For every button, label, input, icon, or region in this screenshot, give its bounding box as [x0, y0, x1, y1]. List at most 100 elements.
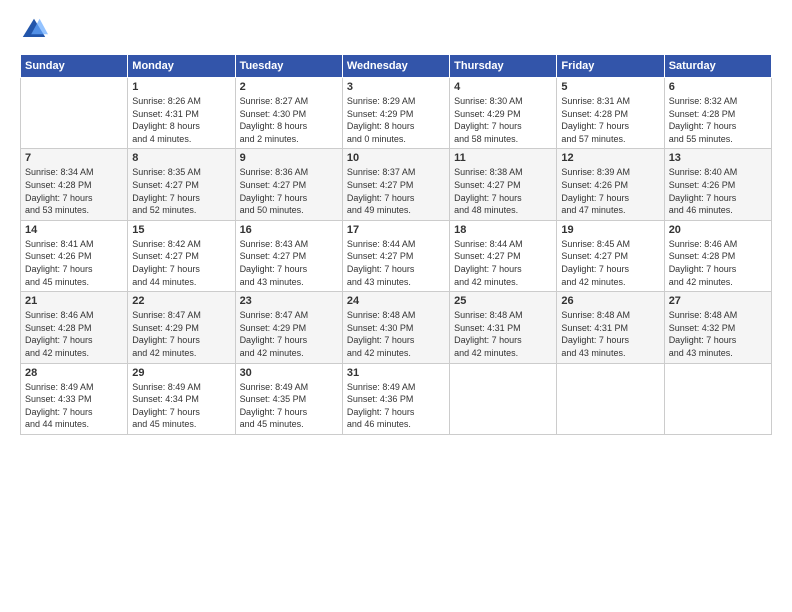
calendar-cell: 1 Sunrise: 8:26 AMSunset: 4:31 PMDaylight…	[128, 78, 235, 149]
day-number: 6	[669, 81, 767, 93]
day-number: 4	[454, 81, 552, 93]
weekday-header-friday: Friday	[557, 55, 664, 78]
calendar-cell: 9 Sunrise: 8:36 AMSunset: 4:27 PMDaylight…	[235, 149, 342, 220]
day-number: 13	[669, 152, 767, 164]
day-detail: Sunrise: 8:44 AMSunset: 4:27 PMDaylight:…	[454, 238, 552, 288]
day-number: 18	[454, 224, 552, 236]
calendar-cell: 22 Sunrise: 8:47 AMSunset: 4:29 PMDayligh…	[128, 292, 235, 363]
day-number: 10	[347, 152, 445, 164]
day-number: 31	[347, 367, 445, 379]
calendar-cell: 17 Sunrise: 8:44 AMSunset: 4:27 PMDayligh…	[342, 220, 449, 291]
calendar-cell: 29 Sunrise: 8:49 AMSunset: 4:34 PMDayligh…	[128, 363, 235, 434]
calendar-cell: 4 Sunrise: 8:30 AMSunset: 4:29 PMDaylight…	[450, 78, 557, 149]
day-detail: Sunrise: 8:34 AMSunset: 4:28 PMDaylight:…	[25, 166, 123, 216]
weekday-header-sunday: Sunday	[21, 55, 128, 78]
calendar-cell: 2 Sunrise: 8:27 AMSunset: 4:30 PMDaylight…	[235, 78, 342, 149]
calendar-cell: 28 Sunrise: 8:49 AMSunset: 4:33 PMDayligh…	[21, 363, 128, 434]
day-number: 16	[240, 224, 338, 236]
day-detail: Sunrise: 8:26 AMSunset: 4:31 PMDaylight:…	[132, 95, 230, 145]
day-number: 3	[347, 81, 445, 93]
weekday-header-thursday: Thursday	[450, 55, 557, 78]
day-detail: Sunrise: 8:48 AMSunset: 4:32 PMDaylight:…	[669, 309, 767, 359]
calendar-cell: 10Sunrise: 8:37 AMSunset: 4:27 PMDayligh…	[342, 149, 449, 220]
calendar-cell: 11 Sunrise: 8:38 AMSunset: 4:27 PMDayligh…	[450, 149, 557, 220]
day-number: 17	[347, 224, 445, 236]
logo-icon	[20, 16, 48, 44]
day-detail: Sunrise: 8:42 AMSunset: 4:27 PMDaylight:…	[132, 238, 230, 288]
day-detail: Sunrise: 8:49 AMSunset: 4:33 PMDaylight:…	[25, 381, 123, 431]
header	[20, 16, 772, 44]
day-number: 30	[240, 367, 338, 379]
day-number: 5	[561, 81, 659, 93]
calendar-cell: 15 Sunrise: 8:42 AMSunset: 4:27 PMDayligh…	[128, 220, 235, 291]
day-detail: Sunrise: 8:40 AMSunset: 4:26 PMDaylight:…	[669, 166, 767, 216]
calendar-cell: 7 Sunrise: 8:34 AMSunset: 4:28 PMDaylight…	[21, 149, 128, 220]
day-number: 14	[25, 224, 123, 236]
calendar-cell: 14 Sunrise: 8:41 AMSunset: 4:26 PMDayligh…	[21, 220, 128, 291]
day-number: 9	[240, 152, 338, 164]
day-detail: Sunrise: 8:41 AMSunset: 4:26 PMDaylight:…	[25, 238, 123, 288]
weekday-header-saturday: Saturday	[664, 55, 771, 78]
day-number: 25	[454, 295, 552, 307]
day-number: 8	[132, 152, 230, 164]
page: SundayMondayTuesdayWednesdayThursdayFrid…	[0, 0, 792, 612]
day-number: 7	[25, 152, 123, 164]
day-number: 12	[561, 152, 659, 164]
day-detail: Sunrise: 8:48 AMSunset: 4:30 PMDaylight:…	[347, 309, 445, 359]
day-detail: Sunrise: 8:47 AMSunset: 4:29 PMDaylight:…	[240, 309, 338, 359]
calendar-cell	[450, 363, 557, 434]
day-detail: Sunrise: 8:49 AMSunset: 4:35 PMDaylight:…	[240, 381, 338, 431]
calendar-cell	[557, 363, 664, 434]
day-number: 20	[669, 224, 767, 236]
day-detail: Sunrise: 8:46 AMSunset: 4:28 PMDaylight:…	[669, 238, 767, 288]
day-number: 28	[25, 367, 123, 379]
day-detail: Sunrise: 8:47 AMSunset: 4:29 PMDaylight:…	[132, 309, 230, 359]
day-detail: Sunrise: 8:44 AMSunset: 4:27 PMDaylight:…	[347, 238, 445, 288]
calendar-cell: 13 Sunrise: 8:40 AMSunset: 4:26 PMDayligh…	[664, 149, 771, 220]
calendar-cell: 27Sunrise: 8:48 AMSunset: 4:32 PMDayligh…	[664, 292, 771, 363]
calendar-table: SundayMondayTuesdayWednesdayThursdayFrid…	[20, 54, 772, 435]
day-detail: Sunrise: 8:49 AMSunset: 4:34 PMDaylight:…	[132, 381, 230, 431]
calendar-cell	[21, 78, 128, 149]
day-detail: Sunrise: 8:46 AMSunset: 4:28 PMDaylight:…	[25, 309, 123, 359]
day-detail: Sunrise: 8:35 AMSunset: 4:27 PMDaylight:…	[132, 166, 230, 216]
day-number: 11	[454, 152, 552, 164]
day-number: 15	[132, 224, 230, 236]
day-number: 1	[132, 81, 230, 93]
calendar-cell: 6 Sunrise: 8:32 AMSunset: 4:28 PMDaylight…	[664, 78, 771, 149]
logo	[20, 16, 52, 44]
day-detail: Sunrise: 8:31 AMSunset: 4:28 PMDaylight:…	[561, 95, 659, 145]
calendar-cell	[664, 363, 771, 434]
calendar-cell: 19Sunrise: 8:45 AMSunset: 4:27 PMDayligh…	[557, 220, 664, 291]
day-detail: Sunrise: 8:48 AMSunset: 4:31 PMDaylight:…	[454, 309, 552, 359]
calendar-cell: 20 Sunrise: 8:46 AMSunset: 4:28 PMDayligh…	[664, 220, 771, 291]
calendar-week-row: 7 Sunrise: 8:34 AMSunset: 4:28 PMDaylight…	[21, 149, 772, 220]
day-detail: Sunrise: 8:36 AMSunset: 4:27 PMDaylight:…	[240, 166, 338, 216]
day-number: 2	[240, 81, 338, 93]
day-detail: Sunrise: 8:30 AMSunset: 4:29 PMDaylight:…	[454, 95, 552, 145]
calendar-week-row: 28 Sunrise: 8:49 AMSunset: 4:33 PMDayligh…	[21, 363, 772, 434]
calendar-cell: 23Sunrise: 8:47 AMSunset: 4:29 PMDayligh…	[235, 292, 342, 363]
calendar-cell: 5 Sunrise: 8:31 AMSunset: 4:28 PMDaylight…	[557, 78, 664, 149]
weekday-header-monday: Monday	[128, 55, 235, 78]
weekday-header-wednesday: Wednesday	[342, 55, 449, 78]
calendar-cell: 26Sunrise: 8:48 AMSunset: 4:31 PMDayligh…	[557, 292, 664, 363]
day-number: 22	[132, 295, 230, 307]
day-detail: Sunrise: 8:32 AMSunset: 4:28 PMDaylight:…	[669, 95, 767, 145]
day-number: 29	[132, 367, 230, 379]
day-detail: Sunrise: 8:27 AMSunset: 4:30 PMDaylight:…	[240, 95, 338, 145]
day-detail: Sunrise: 8:29 AMSunset: 4:29 PMDaylight:…	[347, 95, 445, 145]
calendar-week-row: 1 Sunrise: 8:26 AMSunset: 4:31 PMDaylight…	[21, 78, 772, 149]
calendar-cell: 18 Sunrise: 8:44 AMSunset: 4:27 PMDayligh…	[450, 220, 557, 291]
day-number: 19	[561, 224, 659, 236]
weekday-header-tuesday: Tuesday	[235, 55, 342, 78]
day-detail: Sunrise: 8:48 AMSunset: 4:31 PMDaylight:…	[561, 309, 659, 359]
calendar-cell: 24Sunrise: 8:48 AMSunset: 4:30 PMDayligh…	[342, 292, 449, 363]
calendar-cell: 30 Sunrise: 8:49 AMSunset: 4:35 PMDayligh…	[235, 363, 342, 434]
calendar-cell: 31Sunrise: 8:49 AMSunset: 4:36 PMDayligh…	[342, 363, 449, 434]
day-detail: Sunrise: 8:38 AMSunset: 4:27 PMDaylight:…	[454, 166, 552, 216]
calendar-week-row: 21 Sunrise: 8:46 AMSunset: 4:28 PMDayligh…	[21, 292, 772, 363]
calendar-cell: 16Sunrise: 8:43 AMSunset: 4:27 PMDayligh…	[235, 220, 342, 291]
calendar-cell: 25 Sunrise: 8:48 AMSunset: 4:31 PMDayligh…	[450, 292, 557, 363]
day-number: 21	[25, 295, 123, 307]
